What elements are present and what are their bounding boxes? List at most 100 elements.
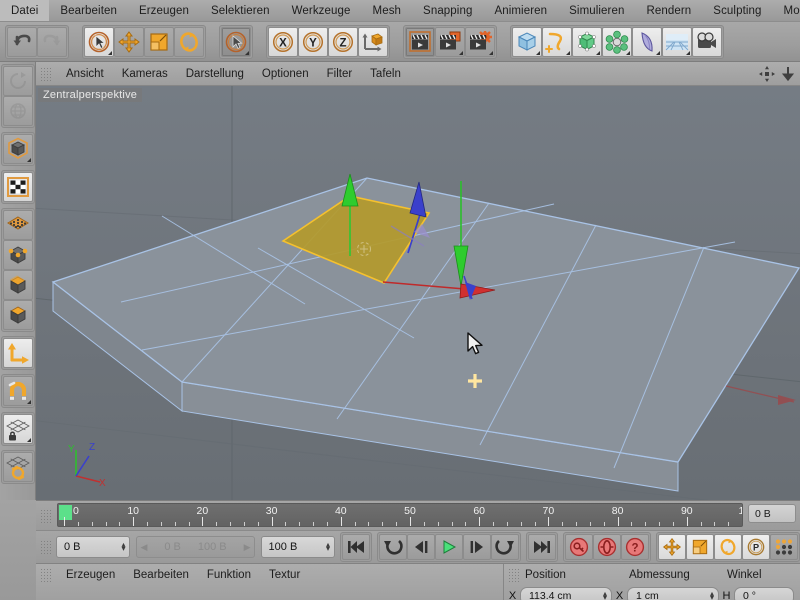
cube-primitive-button[interactable] <box>512 26 542 57</box>
viewmenu-filter[interactable]: Filter <box>318 62 362 86</box>
menu-mesh[interactable]: Mesh <box>362 0 413 21</box>
menu-rendern[interactable]: Rendern <box>635 0 702 21</box>
previous-key-button[interactable] <box>378 534 407 560</box>
previous-key-icon <box>383 540 403 555</box>
move-tool-button[interactable] <box>114 26 144 57</box>
grip-handle-icon[interactable] <box>508 568 520 582</box>
rotate-tool-button[interactable] <box>174 26 204 57</box>
grip-handle-icon[interactable] <box>40 509 52 523</box>
viewmenu-darstellung[interactable]: Darstellung <box>177 62 253 86</box>
timeline-tick <box>340 517 342 526</box>
menu-sculpting[interactable]: Sculpting <box>702 0 772 21</box>
menu-datei[interactable]: Datei <box>0 0 50 21</box>
object-mode-button[interactable] <box>2 134 33 164</box>
axis-modify-button[interactable] <box>2 338 33 368</box>
viewmenu-optionen[interactable]: Optionen <box>253 62 318 86</box>
coord-position-x-field[interactable]: 113.4 cm ▴ ▾ <box>520 587 612 600</box>
flyout-corner-icon <box>459 50 463 55</box>
live-selection-button[interactable] <box>84 26 114 57</box>
svg-text:?: ? <box>631 543 638 555</box>
matmenu-textur[interactable]: Textur <box>260 564 309 586</box>
timeline-ruler[interactable]: 0 10 20 30 40 50 60 70 80 90 100 <box>57 503 743 527</box>
spline-button[interactable] <box>542 26 572 57</box>
redo-button[interactable] <box>37 26 67 57</box>
menu-bearbeiten[interactable]: Bearbeiten <box>49 0 128 21</box>
points-mode-button[interactable] <box>2 210 33 240</box>
world-object-axis-icon <box>362 33 383 51</box>
grip-handle-icon[interactable] <box>40 66 52 81</box>
scale-tool-button[interactable] <box>144 26 174 57</box>
go-to-start-button[interactable] <box>341 534 370 560</box>
menu-erzeugen[interactable]: Erzeugen <box>128 0 200 21</box>
matmenu-bearbeiten[interactable]: Bearbeiten <box>124 564 198 586</box>
go-to-end-button[interactable] <box>527 534 556 560</box>
next-key-button[interactable] <box>490 534 519 560</box>
keyframe-help-button[interactable]: ? <box>620 534 649 560</box>
menu-mograph[interactable]: MoGraph <box>773 0 800 21</box>
grip-handle-icon[interactable] <box>40 568 52 582</box>
menu-simulieren[interactable]: Simulieren <box>558 0 635 21</box>
environment-button[interactable] <box>662 26 692 57</box>
texture-axis-button[interactable] <box>2 172 33 202</box>
spinner-icon[interactable]: ▴ ▾ <box>603 590 607 600</box>
active-tool-button[interactable] <box>221 26 251 57</box>
pan-all-icon[interactable] <box>758 65 776 83</box>
end-frame-field[interactable]: 100 B ▴ ▾ <box>260 536 335 558</box>
edges-mode-button[interactable] <box>2 240 33 270</box>
render-settings-button[interactable] <box>465 26 495 57</box>
menu-werkzeuge[interactable]: Werkzeuge <box>281 0 362 21</box>
viewmenu-ansicht[interactable]: Ansicht <box>57 62 113 86</box>
axis-lock-y-button[interactable]: Y <box>298 26 328 57</box>
polygons-mode-button[interactable] <box>2 270 33 300</box>
pla-key-button[interactable]: P <box>741 534 770 560</box>
left-tool-palette <box>0 62 36 500</box>
viewmenu-tafeln[interactable]: Tafeln <box>361 62 410 86</box>
play-button[interactable] <box>434 534 463 560</box>
rotation-key-button[interactable] <box>713 534 742 560</box>
step-forward-button[interactable] <box>462 534 491 560</box>
world-object-axis-button[interactable] <box>358 26 388 57</box>
step-back-button[interactable] <box>406 534 435 560</box>
render-picture-viewer-button[interactable] <box>435 26 465 57</box>
range-next-icon[interactable]: ▶ <box>244 542 251 553</box>
position-key-button[interactable] <box>657 534 686 560</box>
spinner-icon[interactable]: ▴ ▾ <box>710 590 714 600</box>
undo-view-button[interactable] <box>2 66 33 96</box>
magnet-button[interactable] <box>2 376 33 406</box>
deformer-button[interactable] <box>632 26 662 57</box>
axis-lock-x-button[interactable]: X <box>268 26 298 57</box>
globe-button[interactable] <box>2 96 33 126</box>
matmenu-funktion[interactable]: Funktion <box>198 564 260 586</box>
timeline-playhead[interactable] <box>59 505 72 520</box>
maximize-icon[interactable] <box>780 65 796 83</box>
timeline-tick <box>423 522 425 526</box>
coord-size-x-field[interactable]: 1 cm ▴ ▾ <box>627 587 719 600</box>
coord-angle-h-field[interactable]: 0 ° <box>734 587 794 600</box>
viewport-perspective[interactable]: Zentralperspektive Y Z X <box>36 86 800 500</box>
polygon-selected-button[interactable] <box>2 300 33 330</box>
record-key-button[interactable] <box>564 534 593 560</box>
array-button[interactable] <box>602 26 632 57</box>
workplane-button[interactable] <box>2 452 33 482</box>
undo-button[interactable] <box>7 26 37 57</box>
spinner-icon[interactable]: ▴ ▾ <box>121 541 125 553</box>
point-level-anim-button[interactable] <box>769 534 798 560</box>
menu-snapping[interactable]: Snapping <box>412 0 483 21</box>
grid-lock-button[interactable] <box>2 414 33 444</box>
grip-handle-icon[interactable] <box>40 540 51 554</box>
menu-selektieren[interactable]: Selektieren <box>200 0 281 21</box>
preview-range-field[interactable]: ◀ 0 B 100 B ▶ <box>136 536 255 558</box>
timeline-end-field[interactable]: 0 B <box>748 504 796 523</box>
camera-button[interactable] <box>692 26 722 57</box>
axis-lock-z-button[interactable]: Z <box>328 26 358 57</box>
current-frame-field[interactable]: 0 B ▴ ▾ <box>56 536 131 558</box>
nurbs-button[interactable] <box>572 26 602 57</box>
scale-key-button[interactable] <box>685 534 714 560</box>
autokey-button[interactable] <box>592 534 621 560</box>
menu-animieren[interactable]: Animieren <box>483 0 558 21</box>
render-view-button[interactable] <box>405 26 435 57</box>
range-prev-icon[interactable]: ◀ <box>140 542 147 553</box>
viewmenu-kameras[interactable]: Kameras <box>113 62 177 86</box>
matmenu-erzeugen[interactable]: Erzeugen <box>57 564 124 586</box>
spinner-icon[interactable]: ▴ ▾ <box>326 541 330 553</box>
